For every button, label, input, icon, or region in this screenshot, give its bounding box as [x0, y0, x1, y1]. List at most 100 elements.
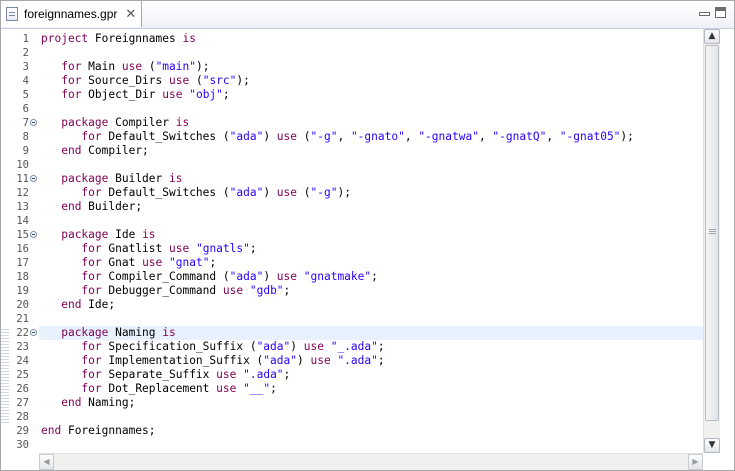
fold-toggle-icon[interactable] [30, 329, 37, 336]
line-number: 17 [16, 257, 29, 269]
vertical-scroll-thumb[interactable] [705, 45, 719, 421]
string-token: "-g" [310, 186, 338, 199]
code-text-area[interactable]: project Foreignnames is for Main use ("m… [39, 29, 703, 453]
code-line: end Builder; [41, 200, 142, 214]
tab-foreignnames-gpr[interactable]: foreignnames.gpr ✕ [1, 1, 142, 27]
code-token: Main [81, 60, 122, 73]
code-token: ) [296, 354, 311, 367]
line-number: 22 [16, 327, 29, 339]
fold-toggle-icon[interactable] [30, 119, 37, 126]
code-token: Source_Dirs [81, 74, 169, 87]
horizontal-scrollbar[interactable]: ◀ ▶ [39, 453, 703, 470]
maximize-button[interactable] [715, 7, 726, 18]
code-token: Compiler_Command ( [101, 270, 230, 283]
overview-ruler[interactable] [720, 29, 734, 453]
string-token: "__" [243, 382, 271, 395]
keyword-token: is [175, 116, 190, 129]
code-line: for Implementation_Suffix ("ada") use ".… [41, 354, 384, 368]
line-number: 7 [22, 117, 29, 129]
code-token: Object_Dir [81, 88, 163, 101]
fold-toggle-icon[interactable] [30, 231, 37, 238]
string-token: "ada" [229, 130, 264, 143]
code-token: Implementation_Suffix ( [101, 354, 264, 367]
code-token: Builder [108, 172, 169, 185]
keyword-token: end [61, 396, 82, 409]
keyword-token: for [81, 270, 102, 283]
code-line: for Specification_Suffix ("ada") use "_.… [41, 340, 384, 354]
string-token: "ada" [229, 186, 264, 199]
fold-toggle-icon[interactable] [30, 175, 37, 182]
code-token: Default_Switches ( [101, 130, 230, 143]
scroll-up-button[interactable]: ▲ [704, 29, 720, 44]
code-editor[interactable]: 1 2 3 4 5 6 7 8 9 10 11 12 13 14 15 16 17 18 19 20 21 22 23 24 2… [1, 29, 734, 453]
code-token: Foreignnames [88, 32, 183, 45]
minimize-button[interactable] [699, 12, 710, 16]
keyword-token: use [216, 368, 237, 381]
keyword-token: use [276, 270, 298, 283]
code-token: Default_Switches ( [101, 186, 230, 199]
keyword-token: end [61, 200, 82, 213]
keyword-token: is [169, 172, 183, 185]
code-token: Compiler; [81, 144, 149, 157]
string-token: "gnat" [169, 256, 210, 269]
close-tab-icon[interactable]: ✕ [125, 7, 136, 22]
code-line: for Separate_Suffix use ".ada"; [41, 368, 290, 382]
line-number: 14 [16, 215, 29, 227]
code-line: for Gnat use "gnat"; [41, 256, 216, 270]
keyword-token: use [169, 74, 190, 87]
string-token: "_.ada" [330, 340, 378, 353]
string-token: "main" [155, 60, 196, 73]
line-number: 27 [16, 397, 29, 409]
code-token: ( [189, 74, 203, 87]
code-token: ); [337, 186, 351, 199]
code-token: Foreignnames; [61, 424, 156, 437]
code-token: ; [371, 270, 378, 283]
scroll-right-button[interactable]: ▶ [688, 454, 703, 470]
line-number: 19 [16, 285, 29, 297]
code-line: end Naming; [41, 396, 135, 410]
code-token: ) [290, 340, 304, 353]
code-token: ; [270, 382, 277, 395]
code-line: end Ide; [41, 298, 115, 312]
code-line: for Gnatlist use "gnatls"; [41, 242, 256, 256]
code-line: package Naming is [41, 326, 176, 340]
scroll-left-button[interactable]: ◀ [39, 454, 54, 470]
scroll-thumb-grip [709, 229, 716, 235]
line-number: 26 [16, 383, 29, 395]
string-token: "ada" [256, 340, 291, 353]
code-token: ; [283, 284, 291, 297]
vertical-scrollbar[interactable]: ▲ ▼ [703, 29, 720, 453]
code-token: Debugger_Command [101, 284, 223, 297]
file-icon [6, 7, 18, 21]
keyword-token: use [276, 130, 298, 143]
scroll-down-button[interactable]: ▼ [704, 438, 720, 453]
string-token: "gdb" [249, 284, 284, 297]
line-number: 15 [16, 229, 29, 241]
code-line: package Compiler is [41, 116, 189, 130]
code-token: Naming; [81, 396, 136, 409]
code-token: ) [263, 270, 277, 283]
code-line: end Compiler; [41, 144, 149, 158]
keyword-token: for [81, 382, 102, 395]
code-line: for Dot_Replacement use "__"; [41, 382, 277, 396]
keyword-token: for [61, 74, 82, 87]
line-number: 16 [16, 243, 29, 255]
line-number: 2 [22, 47, 29, 59]
keyword-token: end [61, 298, 82, 311]
code-token: Separate_Suffix [101, 368, 217, 381]
line-number: 12 [16, 187, 29, 199]
code-token: Dot_Replacement [101, 382, 217, 395]
keyword-token: use [121, 60, 143, 73]
line-number: 8 [22, 131, 29, 143]
code-token: Compiler [108, 116, 176, 129]
code-line: end Foreignnames; [41, 424, 156, 438]
